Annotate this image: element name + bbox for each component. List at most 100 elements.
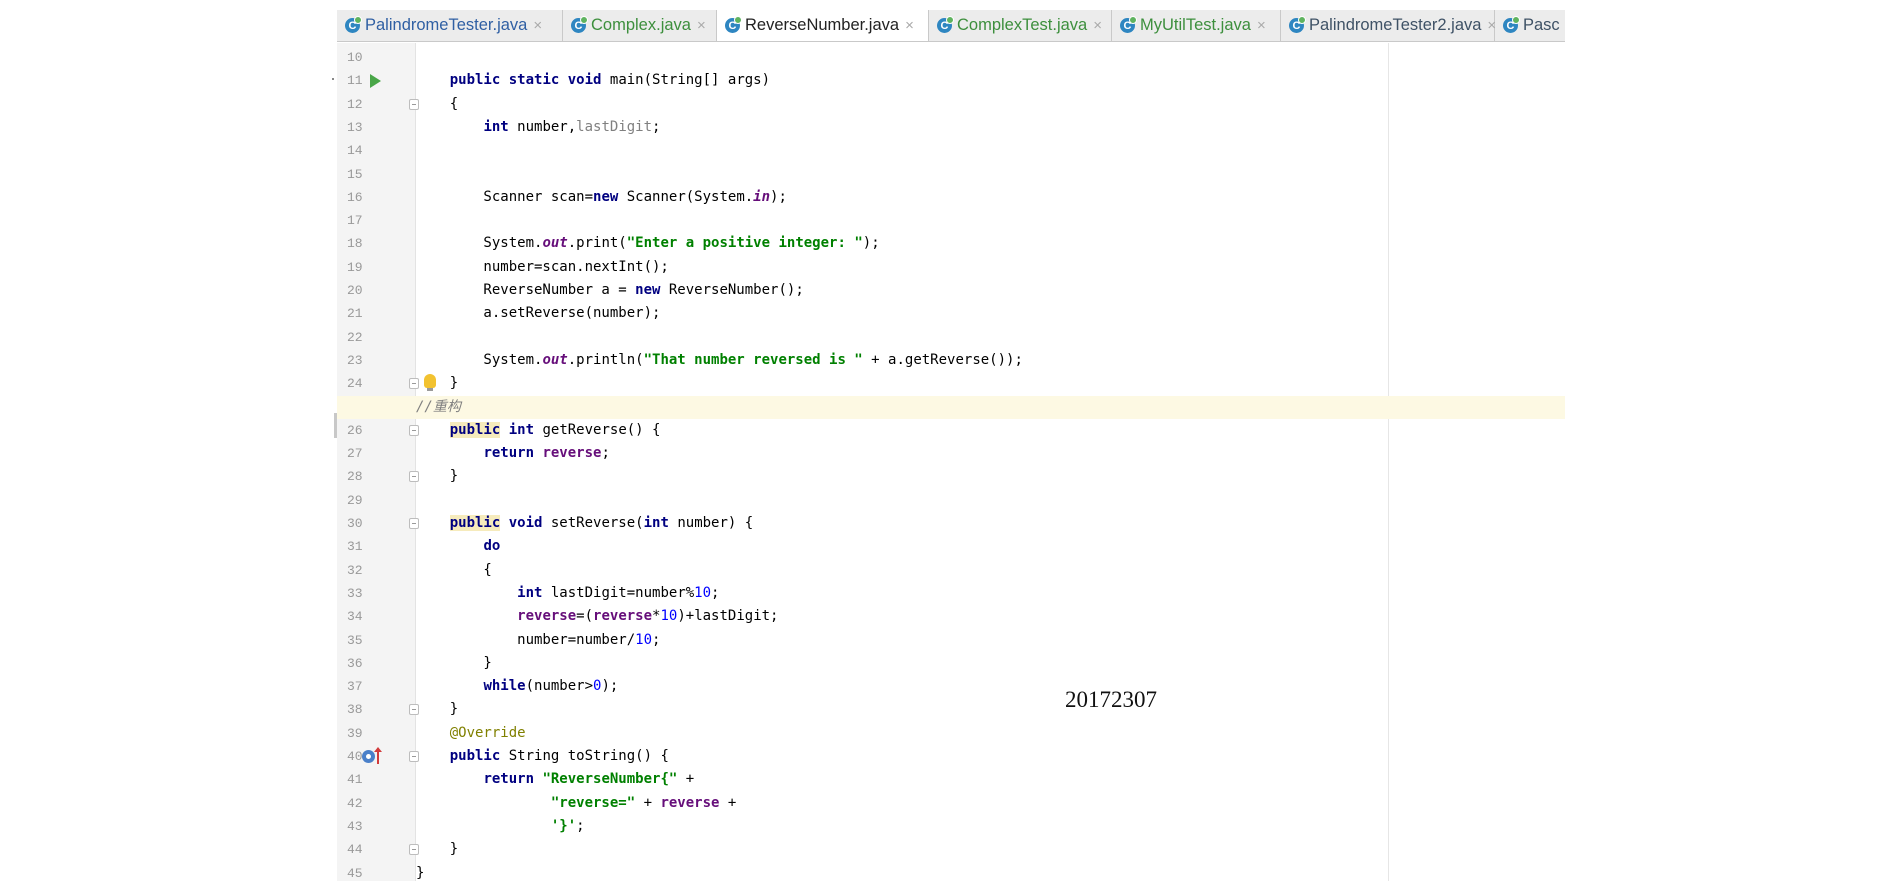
code-token: } <box>416 864 425 881</box>
code-token: System. <box>416 235 543 252</box>
code-line[interactable] <box>416 326 1565 349</box>
close-tab-icon[interactable]: × <box>533 17 542 34</box>
code-token: 10 <box>635 631 653 648</box>
run-icon[interactable] <box>370 74 381 89</box>
code-line[interactable]: "reverse=" + reverse + <box>416 792 1565 815</box>
java-class-icon: C <box>1503 16 1520 33</box>
code-token: return <box>483 445 535 462</box>
tab-label: PalindromeTester.java <box>365 16 528 34</box>
code-line[interactable] <box>416 139 1565 162</box>
code-line[interactable]: return "ReverseNumber{" + <box>416 768 1565 791</box>
code-token: Scanner scan= <box>416 188 594 205</box>
tab-myutiltest-java[interactable]: C MyUtilTest.java × <box>1112 10 1281 41</box>
close-tab-icon[interactable]: × <box>905 17 914 34</box>
editor-tab-bar: C PalindromeTester.java × C Complex.java × C Re… <box>337 10 1565 42</box>
code-line[interactable] <box>416 489 1565 512</box>
code-token: int <box>483 118 509 135</box>
code-line[interactable] <box>416 163 1565 186</box>
code-line[interactable] <box>416 209 1565 232</box>
code-token: reverse <box>593 608 653 625</box>
code-line[interactable]: int lastDigit=number%10; <box>416 582 1565 605</box>
code-token: + <box>635 794 661 811</box>
code-token: out <box>542 235 568 252</box>
code-line[interactable]: } <box>416 698 1565 721</box>
tab-complex-java[interactable]: C Complex.java × <box>563 10 717 41</box>
code-line[interactable]: a.setReverse(number); <box>416 302 1565 325</box>
code-token: .println( <box>567 351 644 368</box>
java-class-icon: C <box>345 16 362 33</box>
line-number: 18 <box>347 236 363 252</box>
code-editor[interactable]: C PalindromeTester.java × C Complex.java × C Re… <box>332 10 1565 881</box>
code-line[interactable]: number=number/10; <box>416 629 1565 652</box>
tab-label: Complex.java <box>591 16 691 34</box>
code-line[interactable]: public static void main(String[] args) <box>416 69 1565 92</box>
code-line[interactable]: { <box>416 93 1565 116</box>
code-line[interactable]: public int getReverse() { <box>416 419 1565 442</box>
line-number: 36 <box>347 655 363 671</box>
code-line[interactable]: System.out.println("That number reversed… <box>416 349 1565 372</box>
line-number: 39 <box>347 725 363 741</box>
code-token: 10 <box>660 608 678 625</box>
code-line[interactable]: } <box>416 838 1565 861</box>
code-token: number=scan.nextInt(); <box>416 258 669 275</box>
code-line[interactable]: } <box>416 465 1565 488</box>
code-token: main(String[] args) <box>601 72 771 89</box>
line-number-gutter[interactable]: 1011121314151617181920212223242526272829… <box>332 43 436 881</box>
close-tab-icon[interactable]: × <box>1093 17 1102 34</box>
code-line[interactable]: while(number>0); <box>416 675 1565 698</box>
code-line[interactable]: Scanner scan=new Scanner(System.in); <box>416 186 1565 209</box>
line-number: 44 <box>347 842 363 858</box>
tab-palindrometester2-java[interactable]: C PalindromeTester2.java × <box>1281 10 1496 41</box>
code-line[interactable]: { <box>416 559 1565 582</box>
code-token: + <box>677 771 695 788</box>
code-token: out <box>542 351 568 368</box>
close-tab-icon[interactable]: × <box>697 17 706 34</box>
code-line[interactable]: ReverseNumber a = new ReverseNumber(); <box>416 279 1565 302</box>
code-line[interactable]: } <box>416 862 1565 885</box>
code-line[interactable]: @Override <box>416 722 1565 745</box>
gutter-dot <box>332 78 334 80</box>
current-line-highlight <box>337 395 1565 419</box>
watermark-id: 20172307 <box>1065 687 1157 712</box>
line-number: 43 <box>347 818 363 834</box>
code-line[interactable] <box>416 46 1565 69</box>
code-line[interactable]: } <box>416 372 1565 395</box>
code-line[interactable]: } <box>416 652 1565 675</box>
code-line[interactable]: int number,lastDigit; <box>416 116 1565 139</box>
tab-complextest-java[interactable]: C ComplexTest.java × <box>929 10 1112 41</box>
tab-pasc[interactable]: C Pasc <box>1495 10 1565 41</box>
code-line[interactable]: reverse=(reverse*10)+lastDigit; <box>416 605 1565 628</box>
code-line[interactable]: return reverse; <box>416 442 1565 465</box>
code-line[interactable]: public String toString() { <box>416 745 1565 768</box>
line-number: 17 <box>347 213 363 229</box>
line-number: 19 <box>347 259 363 275</box>
code-token: while <box>483 678 526 695</box>
code-token: ; <box>601 445 610 462</box>
code-line[interactable]: System.out.print("Enter a positive integ… <box>416 232 1565 255</box>
code-line[interactable]: do <box>416 535 1565 558</box>
line-number: 34 <box>347 609 363 625</box>
close-tab-icon[interactable]: × <box>1257 17 1266 34</box>
code-area[interactable]: public static void main(String[] args) {… <box>337 43 1565 881</box>
code-token: "ReverseNumber{" <box>542 771 678 788</box>
code-token: } <box>416 468 459 485</box>
code-token: reverse <box>517 608 577 625</box>
code-token: in <box>753 188 771 205</box>
tab-reversenumber-java[interactable]: C ReverseNumber.java × <box>717 10 929 41</box>
code-token: Scanner(System. <box>618 188 754 205</box>
code-token: number=number/ <box>416 631 636 648</box>
code-line[interactable]: number=scan.nextInt(); <box>416 256 1565 279</box>
code-line[interactable]: public void setReverse(int number) { <box>416 512 1565 535</box>
code-token: + a.getReverse()); <box>862 351 1023 368</box>
code-line[interactable]: //重构 <box>337 395 1565 419</box>
line-number: 45 <box>347 865 363 881</box>
tab-palindrometester-java[interactable]: C PalindromeTester.java × <box>337 10 563 41</box>
code-line[interactable]: '}'; <box>416 815 1565 838</box>
